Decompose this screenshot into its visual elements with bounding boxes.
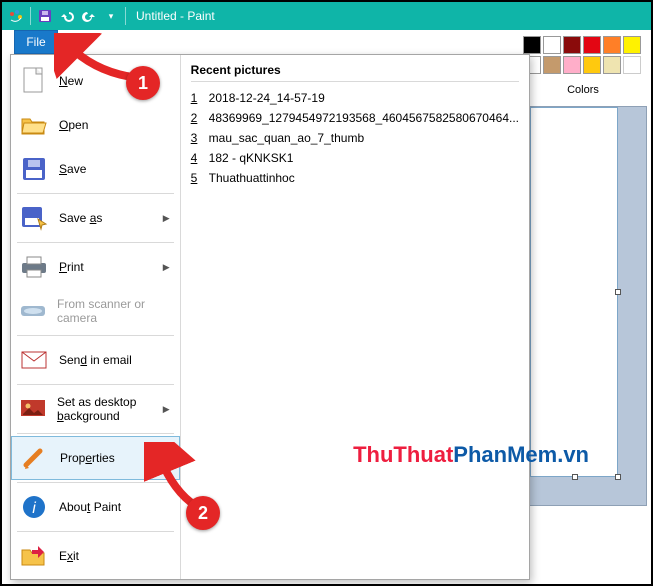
menu-item-label: Save — [59, 162, 86, 176]
new-file-icon — [19, 66, 49, 96]
svg-text:i: i — [32, 500, 36, 517]
menu-item-scanner: From scanner or camera — [11, 289, 180, 333]
recent-picture-item[interactable]: 12018-12-24_14-57-19 — [191, 88, 519, 108]
open-folder-icon — [19, 110, 49, 140]
color-swatch[interactable] — [563, 36, 581, 54]
recent-picture-item[interactable]: 3mau_sac_quan_ao_7_thumb — [191, 128, 519, 148]
paint-app-icon — [8, 8, 24, 24]
dropdown-icon[interactable]: ▾ — [103, 8, 119, 24]
menu-item-open[interactable]: Open — [11, 103, 180, 147]
recent-picture-item[interactable]: 4182 - qKNKSK1 — [191, 148, 519, 168]
submenu-arrow-icon: ▶ — [163, 213, 170, 224]
watermark: ThuThuatPhanMem.vn — [353, 442, 589, 468]
color-swatch[interactable] — [623, 36, 641, 54]
exit-icon — [19, 541, 49, 571]
file-menu-dropdown: New Open Save Save as ▶ Print ▶ From sca… — [10, 54, 530, 580]
menu-item-exit[interactable]: Exit — [11, 534, 180, 578]
menu-item-label: From scanner or camera — [57, 297, 172, 325]
recent-pictures-title: Recent pictures — [191, 61, 519, 82]
menu-item-label: Save as — [59, 211, 102, 225]
file-menu-button[interactable]: File — [14, 30, 58, 54]
menu-item-desktop-bg[interactable]: Set as desktop background ▶ — [11, 387, 180, 431]
file-menu-label: File — [26, 35, 45, 49]
colors-group: Colors — [519, 32, 647, 96]
menu-item-save[interactable]: Save — [11, 147, 180, 191]
menu-item-label: Properties — [60, 451, 115, 465]
menu-item-label: Print — [59, 260, 84, 274]
menu-item-save-as[interactable]: Save as ▶ — [11, 196, 180, 240]
color-swatch[interactable] — [603, 56, 621, 74]
color-swatch[interactable] — [583, 36, 601, 54]
recent-pictures-panel: Recent pictures 12018-12-24_14-57-192483… — [181, 55, 529, 579]
scanner-icon — [19, 296, 47, 326]
color-swatch[interactable] — [603, 36, 621, 54]
color-swatch[interactable] — [523, 36, 541, 54]
color-swatch[interactable] — [583, 56, 601, 74]
save-as-icon — [19, 203, 49, 233]
colors-label: Colors — [519, 84, 647, 96]
recent-picture-item[interactable]: 248369969_1279454972193568_4604567582580… — [191, 108, 519, 128]
color-swatch[interactable] — [543, 36, 561, 54]
info-icon: i — [19, 492, 49, 522]
menu-item-print[interactable]: Print ▶ — [11, 245, 180, 289]
submenu-arrow-icon: ▶ — [163, 404, 170, 415]
color-swatch[interactable] — [543, 56, 561, 74]
resize-handle[interactable] — [572, 474, 578, 480]
menu-item-label: Set as desktop background — [57, 395, 172, 423]
properties-icon — [20, 443, 50, 473]
titlebar: ▾ Untitled - Paint — [2, 2, 651, 30]
window-title: Untitled - Paint — [136, 9, 215, 23]
desktop-bg-icon — [19, 394, 47, 424]
menu-item-label: Exit — [59, 549, 79, 563]
menu-item-send-email[interactable]: Send in email — [11, 338, 180, 382]
menu-item-label: Open — [59, 118, 88, 132]
save-disk-icon — [19, 154, 49, 184]
color-swatch[interactable] — [563, 56, 581, 74]
redo-icon[interactable] — [81, 8, 97, 24]
annotation-badge-2: 2 — [186, 496, 220, 530]
save-icon[interactable] — [37, 8, 53, 24]
color-swatch — [623, 56, 641, 74]
undo-icon[interactable] — [59, 8, 75, 24]
recent-picture-item[interactable]: 5Thuathuattinhoc — [191, 168, 519, 188]
annotation-badge-1: 1 — [126, 66, 160, 100]
resize-handle[interactable] — [615, 474, 621, 480]
color-swatches — [519, 32, 647, 78]
printer-icon — [19, 252, 49, 282]
email-icon — [19, 345, 49, 375]
submenu-arrow-icon: ▶ — [163, 262, 170, 273]
menu-item-label: About Paint — [59, 500, 121, 514]
canvas[interactable] — [530, 107, 618, 477]
resize-handle[interactable] — [615, 289, 621, 295]
menu-item-label: Send in email — [59, 353, 132, 367]
